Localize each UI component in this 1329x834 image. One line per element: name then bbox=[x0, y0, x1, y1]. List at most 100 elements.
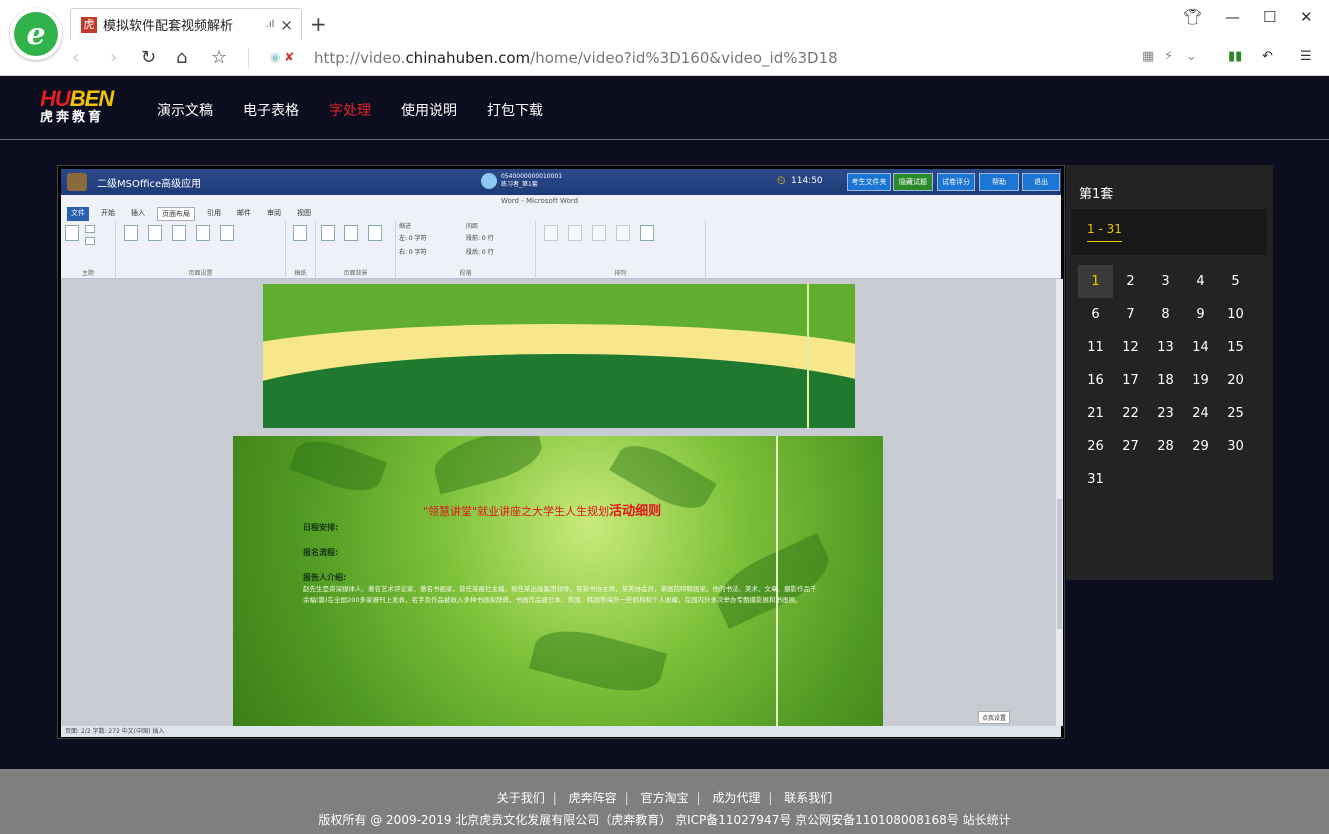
qr-icon[interactable]: ▦ bbox=[1142, 49, 1154, 64]
size-icon[interactable] bbox=[196, 225, 210, 241]
ribbon-tab-home[interactable]: 开始 bbox=[97, 207, 119, 221]
question-number-item[interactable]: 28 bbox=[1148, 430, 1183, 463]
ribbon-tab-file[interactable]: 文件 bbox=[67, 207, 89, 221]
question-number-item[interactable]: 26 bbox=[1078, 430, 1113, 463]
colors-icon[interactable] bbox=[85, 225, 95, 233]
candidate-folder-button[interactable]: 考生文件夹 bbox=[847, 173, 891, 191]
menu-icon[interactable]: ☰ bbox=[1300, 49, 1312, 64]
question-number-item[interactable]: 11 bbox=[1078, 331, 1113, 364]
browser-tab[interactable]: 虎 模拟软件配套视频解析 .ıl × bbox=[70, 8, 302, 40]
wrap-text-icon[interactable] bbox=[568, 225, 582, 241]
footer-link-about[interactable]: 关于我们 bbox=[497, 791, 545, 805]
nav-item-spreadsheet[interactable]: 电子表格 bbox=[243, 100, 299, 120]
manuscript-icon[interactable] bbox=[293, 225, 307, 241]
fonts-icon[interactable] bbox=[85, 237, 95, 245]
page-color-icon[interactable] bbox=[344, 225, 358, 241]
ribbon-tab-mailings[interactable]: 邮件 bbox=[233, 207, 255, 221]
chevron-down-icon[interactable]: ⌄ bbox=[1186, 49, 1197, 64]
spacing-after-field[interactable]: 段后: 0 行 bbox=[466, 247, 494, 256]
watermark-icon[interactable] bbox=[321, 225, 335, 241]
forward-button[interactable]: › bbox=[110, 47, 117, 68]
home-button[interactable]: ⌂ bbox=[176, 47, 187, 68]
question-number-item[interactable]: 8 bbox=[1148, 298, 1183, 331]
question-number-item[interactable]: 2 bbox=[1113, 265, 1148, 298]
question-number-item[interactable]: 23 bbox=[1148, 397, 1183, 430]
question-number-item[interactable]: 14 bbox=[1183, 331, 1218, 364]
battery-icon[interactable]: ▮▮ bbox=[1228, 49, 1242, 64]
question-number-item[interactable]: 29 bbox=[1183, 430, 1218, 463]
question-number-item[interactable]: 21 bbox=[1078, 397, 1113, 430]
footer-link-taobao[interactable]: 官方淘宝 bbox=[640, 791, 688, 805]
footer-link-agent[interactable]: 成为代理 bbox=[712, 791, 760, 805]
range-tab[interactable]: 1 - 31 bbox=[1087, 222, 1122, 242]
question-number-item[interactable]: 25 bbox=[1218, 397, 1253, 430]
question-number-item[interactable]: 27 bbox=[1113, 430, 1148, 463]
video-player[interactable]: 二级MSOffice高级应用 0540000000010001 练习者_第1套 ⏲… bbox=[57, 165, 1065, 739]
nav-item-presentation[interactable]: 演示文稿 bbox=[157, 100, 213, 120]
audio-icon[interactable]: .ıl bbox=[266, 19, 275, 30]
exit-button[interactable]: 退出 bbox=[1022, 173, 1060, 191]
lightning-icon[interactable]: ⚡︎ bbox=[1164, 49, 1173, 64]
question-number-item[interactable]: 15 bbox=[1218, 331, 1253, 364]
question-number-item[interactable]: 10 bbox=[1218, 298, 1253, 331]
spacing-before-field[interactable]: 段前: 0 行 bbox=[466, 233, 494, 242]
site-info-icon[interactable]: ◉ ✘ bbox=[270, 50, 294, 64]
url-input[interactable]: http://video.chinahuben.com/home/video?i… bbox=[314, 49, 838, 67]
shirt-icon[interactable]: 👕︎ bbox=[1183, 8, 1202, 26]
indent-right-field[interactable]: 右: 0 字符 bbox=[399, 247, 427, 256]
nav-item-instructions[interactable]: 使用说明 bbox=[401, 100, 457, 120]
settings-tooltip-button[interactable]: 点我设置 bbox=[978, 711, 1011, 724]
document-scrollbar[interactable] bbox=[1056, 279, 1063, 726]
nav-item-download[interactable]: 打包下载 bbox=[487, 100, 543, 120]
nav-item-word[interactable]: 字处理 bbox=[329, 100, 371, 120]
question-number-item[interactable]: 24 bbox=[1183, 397, 1218, 430]
footer-link-team[interactable]: 虎奔阵容 bbox=[569, 791, 617, 805]
question-number-item[interactable]: 31 bbox=[1078, 463, 1113, 496]
send-backward-icon[interactable] bbox=[616, 225, 630, 241]
question-number-item[interactable]: 7 bbox=[1113, 298, 1148, 331]
scrollbar-thumb[interactable] bbox=[1057, 499, 1062, 629]
question-number-item[interactable]: 1 bbox=[1078, 265, 1113, 298]
question-number-item[interactable]: 30 bbox=[1218, 430, 1253, 463]
columns-icon[interactable] bbox=[220, 225, 234, 241]
brand-logo[interactable]: HUBEN 虎奔教育 bbox=[40, 88, 118, 126]
hide-question-button[interactable]: 隐藏试题 bbox=[893, 173, 933, 191]
back-button[interactable]: ‹ bbox=[72, 47, 79, 68]
document-area[interactable]: "领慧讲堂"就业讲座之大学生人生规划活动细则 日程安排: 报名流程: 报告人介绍… bbox=[61, 279, 1056, 726]
question-number-item[interactable]: 22 bbox=[1113, 397, 1148, 430]
question-number-item[interactable]: 9 bbox=[1183, 298, 1218, 331]
question-number-item[interactable]: 6 bbox=[1078, 298, 1113, 331]
question-number-item[interactable]: 4 bbox=[1183, 265, 1218, 298]
question-number-item[interactable]: 20 bbox=[1218, 364, 1253, 397]
orientation-icon[interactable] bbox=[172, 225, 186, 241]
text-direction-icon[interactable] bbox=[124, 225, 138, 241]
question-number-item[interactable]: 17 bbox=[1113, 364, 1148, 397]
question-number-item[interactable]: 5 bbox=[1218, 265, 1253, 298]
reload-button[interactable]: ↻ bbox=[141, 47, 156, 68]
selection-pane-icon[interactable] bbox=[640, 225, 654, 241]
footer-link-contact[interactable]: 联系我们 bbox=[784, 791, 832, 805]
ribbon-tab-review[interactable]: 审阅 bbox=[263, 207, 285, 221]
question-number-item[interactable]: 16 bbox=[1078, 364, 1113, 397]
close-tab-icon[interactable]: × bbox=[280, 16, 293, 34]
ribbon-tab-references[interactable]: 引用 bbox=[203, 207, 225, 221]
bring-forward-icon[interactable] bbox=[592, 225, 606, 241]
position-icon[interactable] bbox=[544, 225, 558, 241]
favorite-star-icon[interactable]: ☆ bbox=[211, 47, 227, 68]
maximize-button[interactable]: ☐ bbox=[1263, 8, 1276, 26]
undo-icon[interactable]: ↶ bbox=[1262, 49, 1273, 64]
ribbon-tab-view[interactable]: 视图 bbox=[293, 207, 315, 221]
grade-button[interactable]: 试卷评分 bbox=[937, 173, 975, 191]
close-window-button[interactable]: ✕ bbox=[1300, 8, 1313, 26]
page-border-icon[interactable] bbox=[368, 225, 382, 241]
ribbon-tab-layout[interactable]: 页面布局 bbox=[157, 207, 195, 221]
theme-icon[interactable] bbox=[65, 225, 79, 241]
question-number-item[interactable]: 13 bbox=[1148, 331, 1183, 364]
indent-left-field[interactable]: 左: 0 字符 bbox=[399, 233, 427, 242]
question-number-item[interactable]: 19 bbox=[1183, 364, 1218, 397]
new-tab-button[interactable]: + bbox=[310, 12, 327, 36]
question-number-item[interactable]: 18 bbox=[1148, 364, 1183, 397]
browser-logo[interactable]: e bbox=[10, 8, 62, 60]
margins-icon[interactable] bbox=[148, 225, 162, 241]
question-number-item[interactable]: 12 bbox=[1113, 331, 1148, 364]
